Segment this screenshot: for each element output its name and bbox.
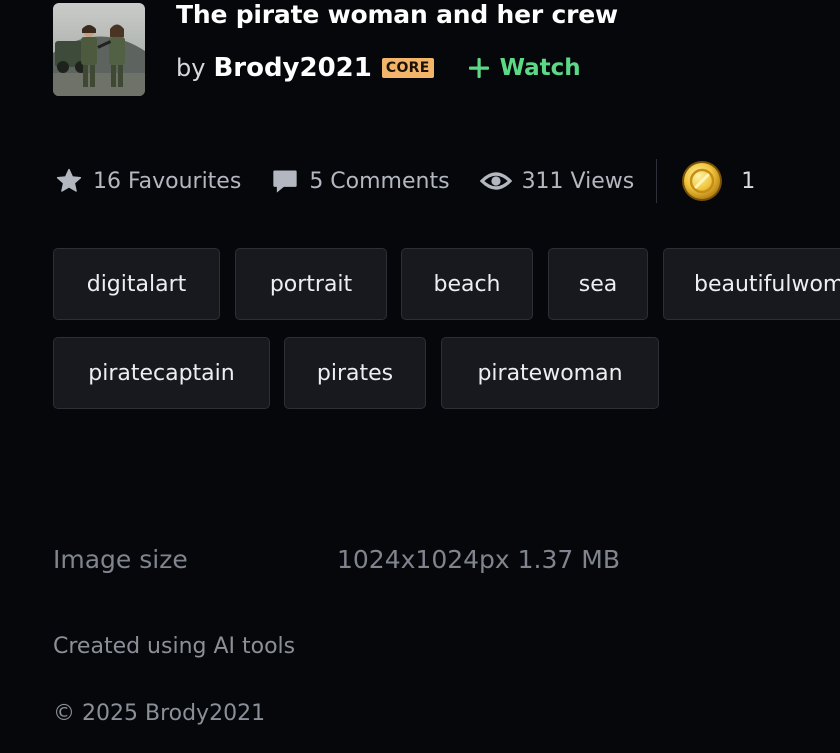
stats-bar: 16 Favourites 5 Comments 311 Views 1 [55,159,755,203]
image-size-value: 1024x1024px 1.37 MB [337,545,620,574]
tag-chip[interactable]: piratewoman [441,337,659,409]
deviation-title: The pirate woman and her crew [176,0,618,29]
ai-tools-note: Created using AI tools [53,634,296,659]
tag-chip[interactable]: pirates [284,337,426,409]
comment-icon [273,170,297,193]
stats-divider [656,159,658,203]
star-icon [56,168,82,192]
author-link[interactable]: Brody2021 [213,53,371,83]
views-stat: 311 Views [479,168,635,194]
copyright-notice: © 2025 Brody2021 [53,701,266,726]
byline: by Brody2021 CORE Watch [176,51,581,85]
tag-chip[interactable]: sea [548,248,648,320]
deviation-thumbnail[interactable] [53,3,145,96]
tag-chip[interactable]: piratecaptain [53,337,270,409]
thumbnail-image [53,3,145,96]
tag-chip[interactable]: beach [401,248,533,320]
tag-chip[interactable]: beautifulwomen [663,248,840,320]
image-size-label: Image size [53,545,188,574]
views-count: 311 Views [521,168,635,194]
awards-count: 1 [741,168,756,194]
awards-stat[interactable]: 1 [681,160,755,202]
watch-button[interactable]: Watch [468,55,581,81]
eye-icon [479,172,512,190]
favourites-stat[interactable]: 16 Favourites [55,167,241,195]
tag-chip[interactable]: digitalart [53,248,220,320]
coin-icon [682,161,723,201]
core-badge: CORE [381,58,434,78]
comments-count: 5 Comments [309,168,450,194]
watch-label: Watch [499,55,581,81]
plus-icon [468,58,489,78]
deviation-page: The pirate woman and her crew by Brody20… [0,0,840,753]
tag-chip[interactable]: portrait [235,248,387,320]
favourites-count: 16 Favourites [93,168,242,194]
comments-stat[interactable]: 5 Comments [271,167,450,195]
by-label: by [176,54,206,82]
